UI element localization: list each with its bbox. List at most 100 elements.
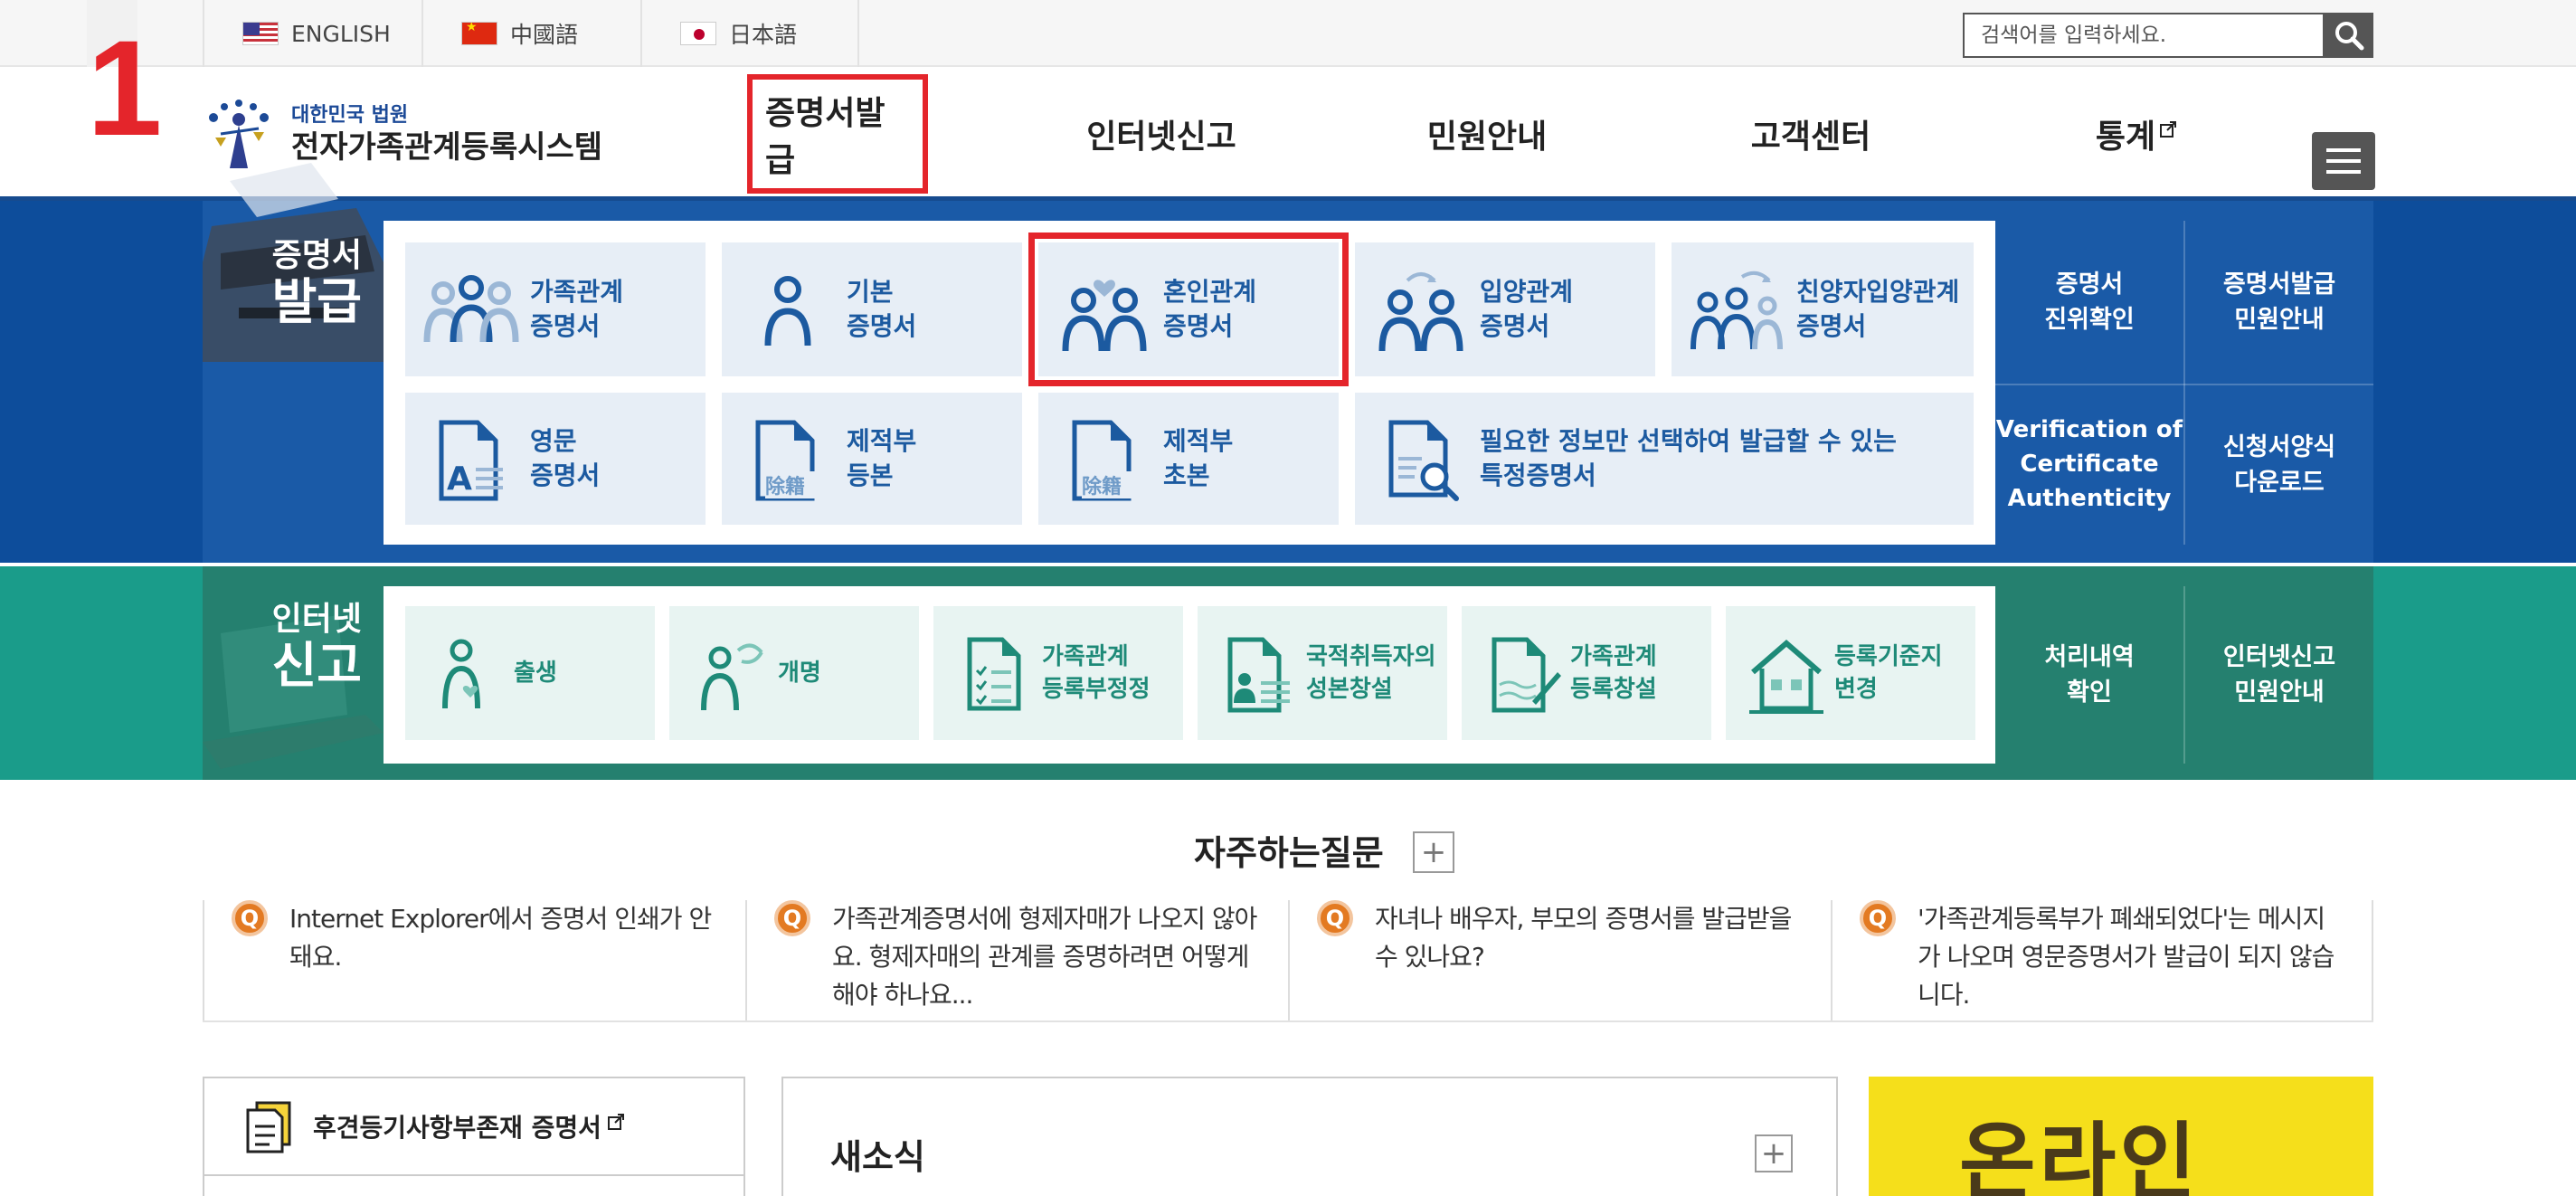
nav-label: 고객센터 xyxy=(1750,119,1871,156)
internet-report-guide-link[interactable]: 인터넷신고 민원안내 xyxy=(2185,586,2373,764)
nav-label: 증명서발급 xyxy=(747,74,928,194)
tile-label: 가족관계 등록창설 xyxy=(1570,642,1657,703)
external-link-icon xyxy=(607,1114,624,1130)
faq-question-text: '가족관계등록부가 폐쇄되었다'는 메시지가 나오며 영문증명서가 발급이 되지… xyxy=(1918,904,2334,1010)
processing-history-link[interactable]: 처리내역 확인 xyxy=(1995,586,2183,764)
marriage-icon xyxy=(1062,280,1147,352)
document-search-icon xyxy=(1388,420,1459,501)
faq-more-button[interactable]: + xyxy=(1413,831,1454,873)
tile-english-certificate[interactable]: A 영문 증명서 xyxy=(405,393,706,525)
certificate-side-links: 증명서 진위확인 증명서발급 민원안내 Verification of Certifi… xyxy=(1995,221,2373,545)
guardianship-nonexistence-certificate-link[interactable]: 후견등기사항부존재 증명서 xyxy=(204,1078,743,1176)
section-label-big: 신고 xyxy=(271,637,362,695)
tile-label: 제적부 초본 xyxy=(1163,426,1234,490)
tile-label: 필요한 정보만 선택하여 발급할 수 있는 특정증명서 xyxy=(1480,426,1897,490)
tile-naturalized-surname-creation[interactable]: 국적취득자의 성본창설 xyxy=(1198,606,1447,740)
section-label-small: 증명서 xyxy=(271,237,362,274)
tile-removed-register-copy[interactable]: 除籍 제적부 등본 xyxy=(722,393,1022,525)
search-button[interactable] xyxy=(2325,13,2373,58)
svg-text:A: A xyxy=(447,460,472,498)
news-more-button[interactable]: + xyxy=(1755,1134,1793,1172)
section-label-small: 인터넷 xyxy=(271,601,362,638)
tile-label: 출생 xyxy=(514,659,557,687)
tile-label: 등록기준지 변경 xyxy=(1834,642,1943,703)
document-edit-icon xyxy=(1492,637,1561,713)
tile-label: 가족관계 증명서 xyxy=(530,277,624,341)
application-form-download-link[interactable]: 신청서양식 다운로드 xyxy=(2185,385,2373,545)
tile-registration-base-change[interactable]: 등록기준지 변경 xyxy=(1726,606,1975,740)
id-card-icon xyxy=(1227,637,1290,713)
tile-register-correction[interactable]: 가족관계 등록부정정 xyxy=(933,606,1183,740)
page: ENGLISH 中國語 日本語 1 xyxy=(0,0,2576,1196)
language-label: 中國語 xyxy=(510,22,579,48)
language-selector: ENGLISH 中國語 日本語 xyxy=(203,0,859,67)
tile-marriage-relation-certificate[interactable]: 혼인관계 증명서 xyxy=(1028,233,1349,386)
tile-label: 가족관계 등록부정정 xyxy=(1042,642,1151,703)
tile-label: 영문 증명서 xyxy=(530,426,601,490)
faq-item[interactable]: Q 자녀나 배우자, 부모의 증명서를 발급받을 수 있나요? xyxy=(1288,900,1831,1022)
hamburger-menu-icon xyxy=(2326,148,2361,152)
faq-item[interactable]: Q Internet Explorer에서 증명서 인쇄가 안돼요. xyxy=(203,900,745,1022)
nav-certificate-issuance[interactable]: 증명서발급 xyxy=(747,67,928,201)
question-badge-icon: Q xyxy=(1317,900,1353,936)
tile-removed-register-abstract[interactable]: 除籍 제적부 초본 xyxy=(1038,393,1339,525)
faq-item[interactable]: Q 가족관계증명서에 형제자매가 나오지 않아요. 형제자매의 관계를 증명하려… xyxy=(745,900,1288,1022)
full-adoption-icon xyxy=(1690,271,1783,350)
tile-full-adoption-certificate[interactable]: 친양자입양관계 증명서 xyxy=(1672,242,1974,376)
faq-divider xyxy=(203,1020,2373,1022)
certificate-verification-link[interactable]: 증명서 진위확인 xyxy=(1995,221,2183,384)
tile-specific-certificate[interactable]: 필요한 정보만 선택하여 발급할 수 있는 특정증명서 xyxy=(1355,393,1974,525)
adoption-icon xyxy=(1378,272,1463,352)
quick-links-box: 후견등기사항부존재 증명서 xyxy=(203,1077,745,1196)
certificate-issuance-guide-link[interactable]: 증명서발급 민원안내 xyxy=(2185,221,2373,384)
search-icon xyxy=(2335,22,2364,51)
faq-title: 자주하는질문 xyxy=(1194,833,1384,873)
faq-question-text: 자녀나 배우자, 부모의 증명서를 발급받을 수 있나요? xyxy=(1375,904,1792,972)
tile-adoption-relation-certificate[interactable]: 입양관계 증명서 xyxy=(1355,242,1655,376)
nav-statistics[interactable]: 통계 xyxy=(2046,67,2227,201)
house-icon xyxy=(1749,640,1823,714)
tile-family-relation-certificate[interactable]: 가족관계 증명서 xyxy=(405,242,706,376)
certificate-section-label: 증명서 발급 xyxy=(203,237,384,330)
tile-name-change-report[interactable]: 개명 xyxy=(669,606,919,740)
banner-text: 온라인 xyxy=(1959,1114,2200,1196)
verification-of-certificate-authenticity-link[interactable]: Verification of Certificate Authenticity xyxy=(1995,385,2183,545)
link-label: 후견등기사항부존재 증명서 xyxy=(313,1113,601,1143)
internet-report-side-links: 처리내역 확인 인터넷신고 민원안내 xyxy=(1995,586,2373,764)
nav-internet-report[interactable]: 인터넷신고 xyxy=(1071,67,1252,201)
birth-icon xyxy=(442,639,480,709)
tile-label: 국적취득자의 성본창설 xyxy=(1306,642,1436,703)
faq-item[interactable]: Q '가족관계등록부가 폐쇄되었다'는 메시지가 나오며 영문증명서가 발급이 … xyxy=(1831,900,2373,1022)
removed-register-document-icon: 除籍 xyxy=(755,420,829,501)
online-banner[interactable]: 온라인 xyxy=(1869,1077,2373,1196)
nav-label: 통계 xyxy=(2095,119,2156,156)
china-flag-icon xyxy=(461,22,497,45)
tile-birth-report[interactable]: 출생 xyxy=(405,606,655,740)
external-link-icon xyxy=(2160,121,2177,138)
tile-label: 친양자입양관계 증명서 xyxy=(1796,277,1960,341)
search-input[interactable] xyxy=(1963,13,2325,58)
us-flag-icon xyxy=(242,22,279,45)
nav-customer-center[interactable]: 고객센터 xyxy=(1720,67,1901,201)
tile-basic-certificate[interactable]: 기본 증명서 xyxy=(722,242,1022,376)
nav-civil-guide[interactable]: 민원안내 xyxy=(1397,67,1577,201)
tile-label: 제적부 등본 xyxy=(847,426,917,490)
nav-label: 인터넷신고 xyxy=(1086,119,1236,156)
english-document-icon: A xyxy=(439,420,503,501)
question-badge-icon: Q xyxy=(232,900,268,936)
certificate-tiles-panel: 가족관계 증명서 기본 증명서 혼인관계 증명서 입양관계 증명서 친양자입양관… xyxy=(384,221,1995,545)
removed-register-abstract-icon: 除籍 xyxy=(1072,420,1145,501)
faq-question-text: Internet Explorer에서 증명서 인쇄가 안돼요. xyxy=(289,904,712,972)
language-label: ENGLISH xyxy=(291,20,391,47)
hamburger-menu-button[interactable] xyxy=(2312,132,2375,190)
logo-subtitle: 대한민국 법원 xyxy=(291,103,409,127)
person-icon xyxy=(764,276,811,346)
language-chinese-link[interactable]: 中國語 xyxy=(421,0,640,67)
faq-question-text: 가족관계증명서에 형제자매가 나오지 않아요. 형제자매의 관계를 증명하려면 … xyxy=(832,904,1257,1010)
tile-register-creation[interactable]: 가족관계 등록창설 xyxy=(1462,606,1711,740)
svg-text:除籍: 除籍 xyxy=(1082,475,1122,498)
language-english-link[interactable]: ENGLISH xyxy=(203,0,421,67)
language-label: 日本語 xyxy=(729,22,798,48)
language-japanese-link[interactable]: 日本語 xyxy=(640,0,859,67)
tile-label: 개명 xyxy=(778,659,821,687)
